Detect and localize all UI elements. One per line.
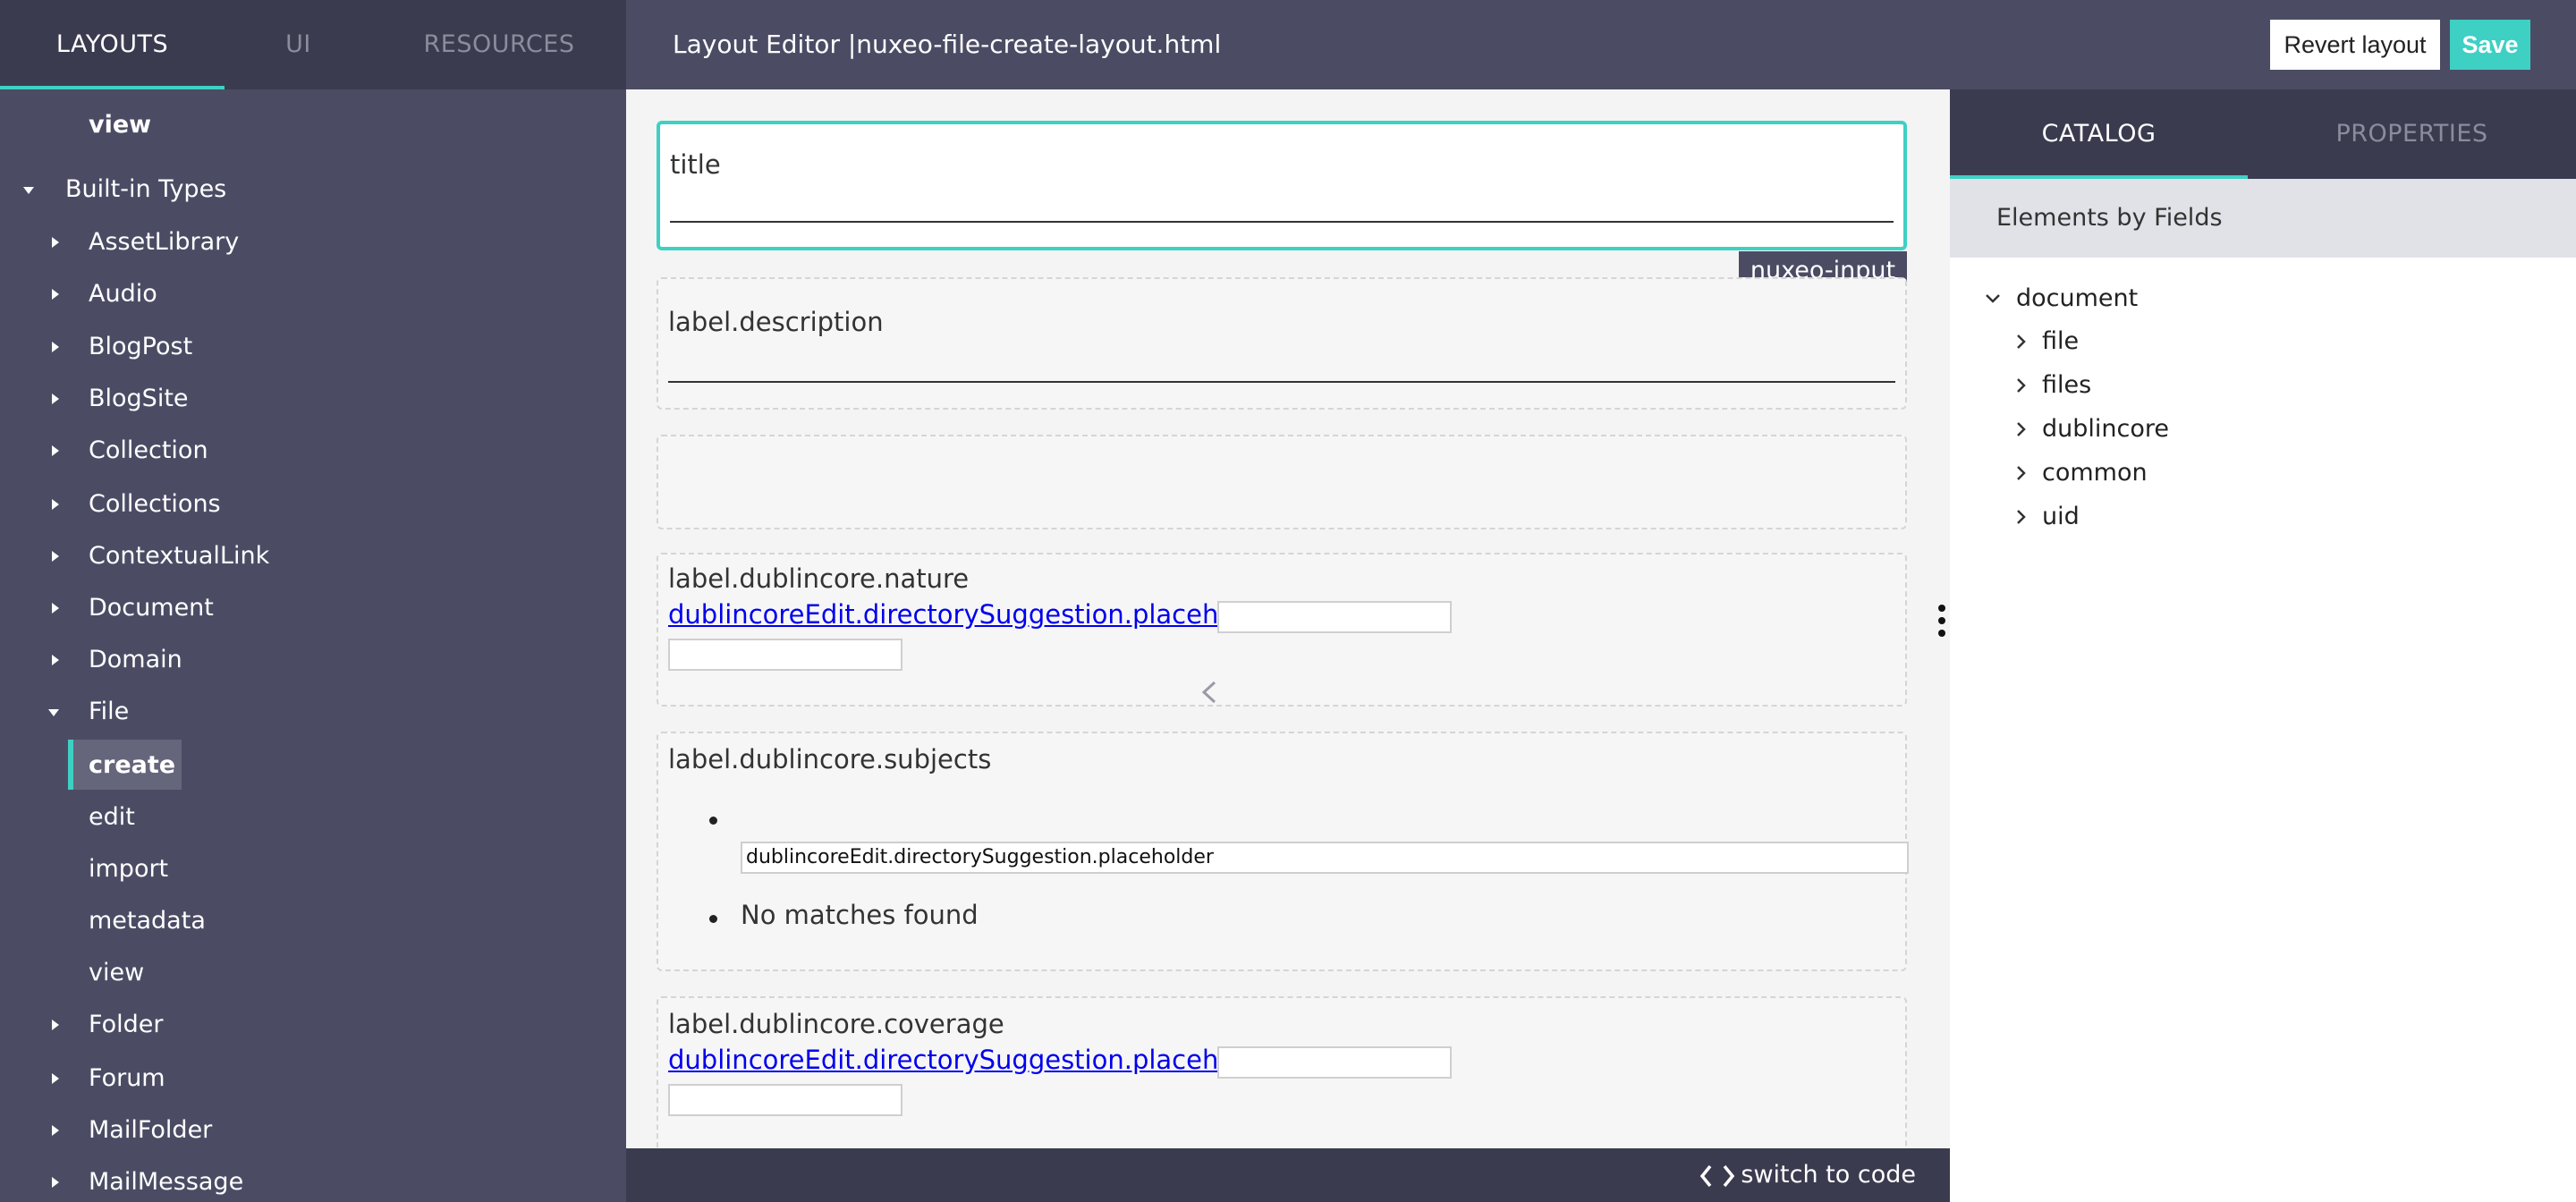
tab-properties[interactable]: PROPERTIES	[2248, 89, 2576, 179]
page-title: Layout Editor |nuxeo-file-create-layout.…	[673, 30, 1222, 59]
caret-right-icon	[47, 270, 64, 318]
chevron-right-icon	[2017, 422, 2026, 436]
collapse-sidebar-chevron-icon[interactable]	[1199, 680, 1220, 705]
switch-to-code-button[interactable]: switch to code	[1699, 1148, 1916, 1202]
caret-right-icon	[47, 532, 64, 580]
right-panel-tabs: CATALOG PROPERTIES	[1950, 89, 2576, 179]
coverage-suggestion-input[interactable]	[1217, 1046, 1452, 1079]
title-field-label: title	[670, 149, 721, 180]
nature-directory-link[interactable]: dublincoreEdit.directorySuggestion.place…	[668, 599, 1284, 630]
description-field-label: label.description	[668, 307, 884, 337]
description-field[interactable]: label.description	[657, 277, 1907, 410]
save-button[interactable]: Save	[2450, 20, 2530, 70]
tab-catalog[interactable]: CATALOG	[1950, 89, 2248, 179]
switch-to-code-label: switch to code	[1741, 1161, 1916, 1189]
chevron-right-icon	[2017, 466, 2026, 480]
nature-value-input[interactable]	[668, 639, 902, 671]
caret-right-icon	[47, 218, 64, 267]
elements-by-fields-header[interactable]: Elements by Fields	[1950, 179, 2576, 258]
caret-right-icon	[47, 1054, 64, 1103]
bottom-bar: switch to code	[626, 1148, 1957, 1202]
caret-right-icon	[47, 480, 64, 529]
title-field[interactable]: title	[657, 121, 1907, 250]
caret-right-icon	[47, 427, 64, 475]
elements-by-fields-label: Elements by Fields	[1996, 204, 2223, 232]
caret-right-icon	[47, 1106, 64, 1155]
nature-field-label: label.dublincore.nature	[668, 563, 970, 594]
caret-right-icon	[47, 1158, 64, 1202]
chevron-right-icon	[2017, 378, 2026, 393]
description-field-underline	[668, 381, 1895, 383]
coverage-field-label: label.dublincore.coverage	[668, 1009, 1004, 1039]
tab-resources[interactable]: RESOURCES	[372, 0, 626, 89]
sidebar-tabs: LAYOUTS UI RESOURCES	[0, 0, 626, 89]
selected-item-indicator	[68, 740, 73, 790]
left-sidebar: LAYOUTS UI RESOURCES view Built-in Types…	[0, 0, 626, 1202]
chevron-right-icon	[2017, 510, 2026, 524]
code-icon	[1700, 1164, 1735, 1187]
kebab-menu-icon[interactable]	[1936, 603, 1948, 639]
list-bullet	[709, 915, 717, 923]
caret-right-icon	[47, 323, 64, 371]
caret-down-icon	[47, 688, 64, 736]
chevron-down-icon	[1986, 294, 2000, 303]
chevron-right-icon	[2017, 334, 2026, 349]
empty-field-slot[interactable]	[657, 435, 1907, 529]
subjects-field-label: label.dublincore.subjects	[668, 744, 992, 775]
revert-layout-button[interactable]: Revert layout	[2270, 20, 2440, 70]
tab-ui[interactable]: UI	[225, 0, 372, 89]
caret-right-icon	[47, 584, 64, 632]
right-panel: CATALOG PROPERTIES Elements by Fields do…	[1950, 89, 2576, 1202]
editor-header: Layout Editor |nuxeo-file-create-layout.…	[626, 0, 2576, 89]
coverage-value-input[interactable]	[668, 1084, 902, 1116]
subjects-suggestion-input[interactable]: dublincoreEdit.directorySuggestion.place…	[741, 842, 1909, 874]
nature-field[interactable]: label.dublincore.nature dublincoreEdit.d…	[657, 553, 1907, 707]
title-field-underline	[670, 221, 1894, 223]
caret-right-icon	[47, 375, 64, 423]
list-bullet	[709, 817, 717, 825]
coverage-field[interactable]: label.dublincore.coverage dublincoreEdit…	[657, 996, 1907, 1148]
layout-canvas: title nuxeo-input label.description labe…	[626, 89, 1950, 1148]
coverage-directory-link[interactable]: dublincoreEdit.directorySuggestion.place…	[668, 1045, 1284, 1075]
no-matches-text: No matches found	[741, 900, 979, 930]
tab-layouts[interactable]: LAYOUTS	[0, 0, 225, 89]
caret-right-icon	[47, 636, 64, 684]
caret-down-icon	[21, 165, 39, 214]
subjects-field[interactable]: label.dublincore.subjects dublincoreEdit…	[657, 732, 1909, 971]
active-tab-indicator	[0, 86, 225, 89]
caret-right-icon	[47, 1001, 64, 1049]
nature-suggestion-input[interactable]	[1217, 601, 1452, 633]
